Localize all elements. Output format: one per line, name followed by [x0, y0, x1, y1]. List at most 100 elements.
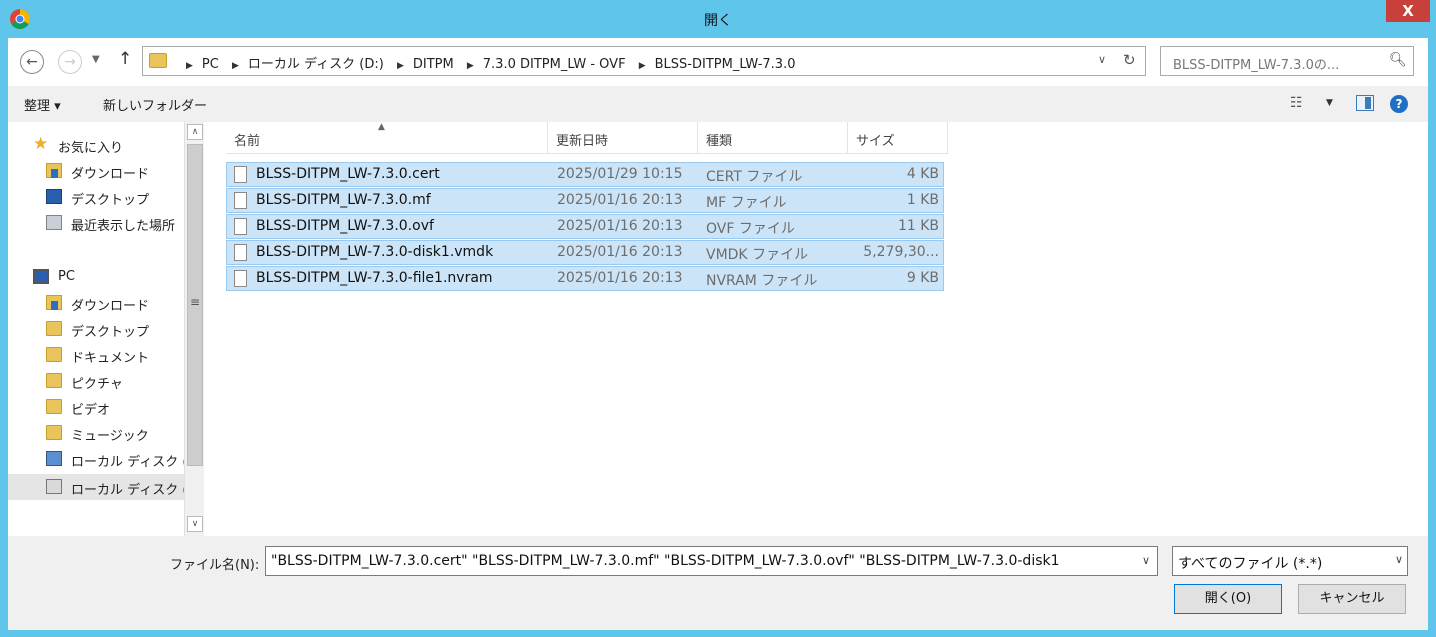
nav-drive-c-label: ローカル ディスク (C — [71, 455, 184, 470]
file-modified: 2025/01/29 10:15 — [557, 166, 683, 182]
navigation-scrollbar[interactable]: ∧ ≡ ∨ — [184, 122, 204, 536]
title-bar: 開く X — [0, 0, 1436, 38]
breadcrumb-ovf-folder[interactable]: 7.3.0 DITPM_LW - OVF — [483, 57, 626, 72]
scroll-down-button[interactable]: ∨ — [187, 516, 203, 532]
file-size: 9 KB — [906, 270, 939, 286]
videos-folder-icon — [46, 399, 62, 414]
nav-desktop-label: デスクトップ — [71, 193, 150, 208]
forward-button[interactable]: → — [58, 50, 82, 74]
nav-desktop[interactable]: デスクトップ — [8, 184, 184, 210]
help-icon[interactable]: ? — [1390, 95, 1408, 113]
address-bar[interactable]: ▶ PC ▶ ローカル ディスク (D:) ▶ DITPM ▶ 7.3.0 DITPM_… — [142, 46, 1146, 76]
chevron-down-icon: ∨ — [191, 519, 199, 529]
nav-recent-places[interactable]: 最近表示した場所 — [8, 210, 184, 236]
navigation-pane: ★ お気に入り ダウンロード デスクトップ 最近表示した場所 PC ダウンロード… — [8, 122, 204, 536]
file-modified: 2025/01/16 20:13 — [557, 192, 683, 208]
file-type: MF ファイル — [706, 195, 787, 211]
desktop-folder-icon — [46, 321, 62, 336]
file-modified: 2025/01/16 20:13 — [557, 270, 683, 286]
organize-menu-button[interactable]: 整理 ▾ — [24, 95, 61, 114]
breadcrumb-separator-icon[interactable]: ▶ — [630, 61, 655, 71]
file-row[interactable]: BLSS-DITPM_LW-7.3.0-file1.nvram 2025/01/… — [226, 266, 944, 291]
file-type: NVRAM ファイル — [706, 273, 818, 289]
file-modified: 2025/01/16 20:13 — [557, 244, 683, 260]
breadcrumb-separator-icon[interactable]: ▶ — [177, 61, 202, 71]
column-header-size[interactable]: サイズ — [848, 122, 948, 154]
nav-pc-desktop-label: デスクトップ — [71, 325, 150, 340]
address-row: ← → ▼ ↑ ▶ PC ▶ ローカル ディスク (D:) ▶ DITPM ▶ 7.3.… — [8, 38, 1428, 86]
nav-documents[interactable]: ドキュメント — [8, 342, 184, 368]
file-row[interactable]: BLSS-DITPM_LW-7.3.0-disk1.vmdk 2025/01/1… — [226, 240, 944, 265]
breadcrumb-separator-icon[interactable]: ▶ — [223, 61, 248, 71]
nav-downloads-label: ダウンロード — [71, 167, 150, 182]
nav-drive-d[interactable]: ローカル ディスク (D — [8, 474, 184, 500]
close-button[interactable]: X — [1386, 0, 1430, 22]
file-type-filter-select[interactable]: すべてのファイル (*.*) ∨ — [1172, 546, 1408, 576]
nav-pc-downloads[interactable]: ダウンロード — [8, 290, 184, 316]
open-button[interactable]: 開く(O) — [1174, 584, 1282, 614]
breadcrumb-separator-icon[interactable]: ▶ — [458, 61, 483, 71]
nav-downloads[interactable]: ダウンロード — [8, 158, 184, 184]
breadcrumb-drive-d[interactable]: ローカル ディスク (D:) — [248, 57, 384, 72]
address-history-dropdown[interactable]: ∨ — [1098, 53, 1106, 66]
column-header-modified-label: 更新日時 — [556, 134, 609, 149]
nav-videos[interactable]: ビデオ — [8, 394, 184, 420]
pictures-folder-icon — [46, 373, 62, 388]
new-folder-button[interactable]: 新しいフォルダー — [103, 95, 207, 114]
preview-pane-icon[interactable] — [1356, 95, 1374, 111]
refresh-button[interactable]: ↻ — [1123, 51, 1136, 69]
nav-pc-desktop[interactable]: デスクトップ — [8, 316, 184, 342]
filename-input[interactable]: "BLSS-DITPM_LW-7.3.0.cert" "BLSS-DITPM_L… — [265, 546, 1158, 576]
column-header-size-label: サイズ — [856, 134, 895, 149]
breadcrumb-ditpm[interactable]: DITPM — [413, 57, 454, 72]
search-placeholder: BLSS-DITPM_LW-7.3.0の... — [1173, 58, 1340, 73]
downloads-folder-icon — [46, 295, 62, 310]
chevron-up-icon: ∧ — [191, 127, 199, 137]
grip-icon: ≡ — [189, 295, 201, 309]
nav-favorites[interactable]: ★ お気に入り — [8, 132, 184, 158]
file-icon — [234, 218, 247, 235]
search-icon[interactable]: 🔍︎ — [1389, 52, 1407, 68]
column-header-type[interactable]: 種類 — [698, 122, 848, 154]
nav-pc-label: PC — [58, 269, 75, 284]
file-row[interactable]: BLSS-DITPM_LW-7.3.0.cert 2025/01/29 10:1… — [226, 162, 944, 187]
downloads-folder-icon — [46, 163, 62, 178]
column-header-modified[interactable]: 更新日時 — [548, 122, 698, 154]
nav-drive-c[interactable]: ローカル ディスク (C — [8, 446, 184, 472]
nav-pictures[interactable]: ピクチャ — [8, 368, 184, 394]
column-header-name[interactable]: 名前 ▲ — [226, 122, 548, 154]
file-icon — [234, 270, 247, 287]
file-name: BLSS-DITPM_LW-7.3.0.ovf — [256, 218, 434, 234]
command-bar: 整理 ▾ 新しいフォルダー ☷ ▼ ? — [8, 86, 1428, 122]
chevron-down-icon: ▼ — [92, 54, 100, 65]
sort-ascending-icon: ▲ — [378, 122, 385, 132]
desktop-icon — [46, 189, 62, 204]
filename-history-dropdown[interactable]: ∨ — [1135, 547, 1157, 575]
up-button[interactable]: ↑ — [118, 49, 132, 69]
nav-documents-label: ドキュメント — [71, 351, 150, 366]
breadcrumb-current-folder[interactable]: BLSS-DITPM_LW-7.3.0 — [655, 57, 796, 72]
file-row[interactable]: BLSS-DITPM_LW-7.3.0.mf 2025/01/16 20:13 … — [226, 188, 944, 213]
recent-locations-dropdown[interactable]: ▼ — [92, 54, 100, 65]
column-header-name-label: 名前 — [234, 134, 261, 149]
scroll-up-button[interactable]: ∧ — [187, 124, 203, 140]
file-type-filter-value: すべてのファイル (*.*) — [1178, 556, 1323, 572]
nav-music[interactable]: ミュージック — [8, 420, 184, 446]
breadcrumb-separator-icon[interactable]: ▶ — [388, 61, 413, 71]
breadcrumb-pc[interactable]: PC — [202, 57, 219, 72]
nav-pc[interactable]: PC — [8, 264, 184, 290]
file-type: OVF ファイル — [706, 221, 795, 237]
arrow-left-icon: ← — [26, 54, 38, 70]
file-size: 11 KB — [897, 218, 939, 234]
details-view-icon[interactable]: ☷ — [1290, 95, 1303, 111]
view-options-dropdown[interactable]: ▼ — [1326, 98, 1333, 108]
back-button[interactable]: ← — [20, 50, 44, 74]
scroll-thumb[interactable]: ≡ — [187, 144, 203, 466]
breadcrumb: ▶ PC ▶ ローカル ディスク (D:) ▶ DITPM ▶ 7.3.0 DITPM_… — [177, 53, 795, 72]
cancel-button[interactable]: キャンセル — [1298, 584, 1406, 614]
drive-icon — [46, 479, 62, 494]
search-input[interactable]: BLSS-DITPM_LW-7.3.0の... 🔍︎ — [1160, 46, 1414, 76]
computer-icon — [33, 269, 49, 284]
file-row[interactable]: BLSS-DITPM_LW-7.3.0.ovf 2025/01/16 20:13… — [226, 214, 944, 239]
nav-recent-places-label: 最近表示した場所 — [71, 219, 176, 234]
